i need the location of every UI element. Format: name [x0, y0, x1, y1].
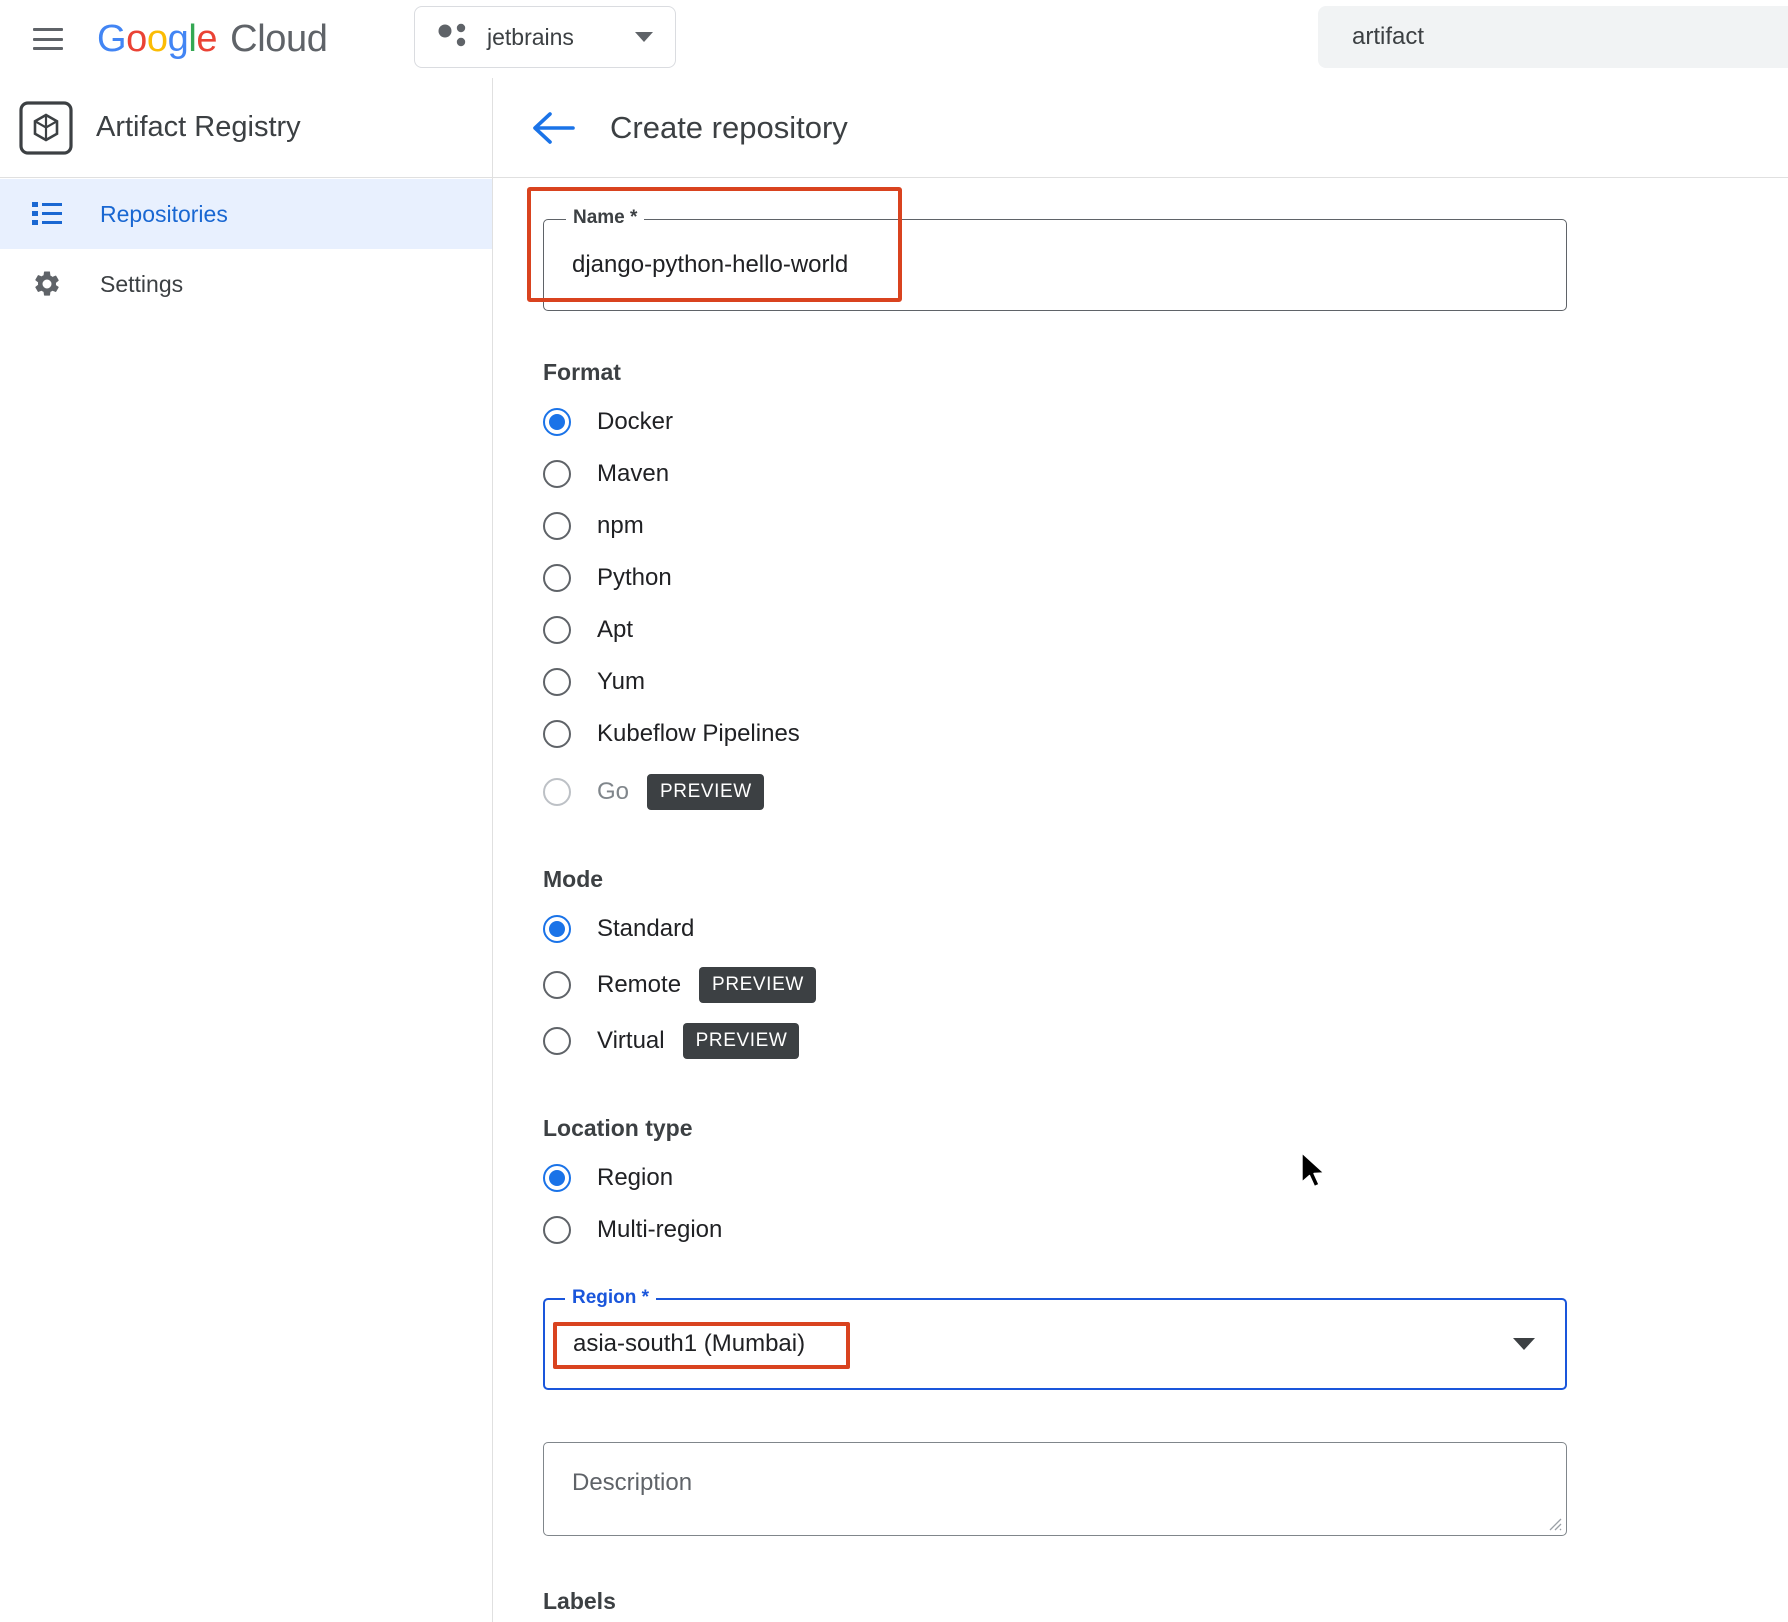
- logo-letter-o2: o: [147, 18, 168, 61]
- name-field-wrapper: Name * django-python-hello-world: [543, 219, 1788, 311]
- create-repository-header: Create repository: [492, 78, 848, 178]
- format-option-yum[interactable]: Yum: [543, 656, 1788, 708]
- mode-option-standard[interactable]: Standard: [543, 903, 1788, 955]
- app-root: GoogleCloud jetbrains Artifact Registry: [0, 0, 1788, 1622]
- name-field-label: Name *: [566, 207, 644, 229]
- radio-icon: [543, 915, 571, 943]
- region-select-value: asia-south1 (Mumbai): [573, 1330, 805, 1358]
- list-icon: [30, 201, 64, 227]
- chevron-down-icon: [1513, 1338, 1535, 1350]
- mode-option-label: Standard: [597, 915, 694, 943]
- format-option-label: Yum: [597, 668, 645, 696]
- radio-icon: [543, 460, 571, 488]
- search-input[interactable]: [1350, 22, 1788, 52]
- search-bar[interactable]: [1318, 6, 1788, 68]
- location-option-label: Region: [597, 1164, 673, 1192]
- page-title: Artifact Registry: [96, 111, 301, 144]
- product-header: Artifact Registry: [0, 78, 492, 178]
- resize-handle-icon[interactable]: [1546, 1515, 1562, 1531]
- name-input[interactable]: Name * django-python-hello-world: [543, 219, 1567, 311]
- artifact-registry-icon: [18, 100, 74, 156]
- format-option-label: Docker: [597, 408, 673, 436]
- sidebar-item-settings[interactable]: Settings: [0, 249, 492, 319]
- format-option-kubeflow-pipelines[interactable]: Kubeflow Pipelines: [543, 708, 1788, 760]
- radio-icon: [543, 1216, 571, 1244]
- location-option-label: Multi-region: [597, 1216, 722, 1244]
- location-option-region[interactable]: Region: [543, 1152, 1788, 1204]
- sidebar-item-label: Repositories: [100, 201, 228, 228]
- format-option-label: Kubeflow Pipelines: [597, 720, 800, 748]
- radio-icon: [543, 616, 571, 644]
- format-option-npm[interactable]: npm: [543, 500, 1788, 552]
- gear-icon: [30, 269, 64, 299]
- hamburger-menu-icon[interactable]: [33, 28, 63, 50]
- radio-icon: [543, 1164, 571, 1192]
- format-option-label: Go: [597, 778, 629, 806]
- region-select-wrapper: Region * asia-south1 (Mumbai): [543, 1298, 1788, 1390]
- project-dots-icon: [437, 22, 471, 52]
- logo-letter-l: l: [188, 18, 196, 61]
- radio-icon: [543, 564, 571, 592]
- create-repository-form: Name * django-python-hello-world Format …: [492, 179, 1788, 1622]
- description-textarea[interactable]: Description: [543, 1442, 1567, 1536]
- labels-heading: Labels: [543, 1588, 1788, 1615]
- region-select[interactable]: Region * asia-south1 (Mumbai): [543, 1298, 1567, 1390]
- radio-icon: [543, 408, 571, 436]
- format-option-maven[interactable]: Maven: [543, 448, 1788, 500]
- format-option-label: Maven: [597, 460, 669, 488]
- logo-word-cloud: Cloud: [230, 18, 327, 61]
- format-heading: Format: [543, 359, 1788, 386]
- preview-badge: PREVIEW: [683, 1023, 800, 1059]
- radio-icon: [543, 1027, 571, 1055]
- project-selector[interactable]: jetbrains: [414, 6, 676, 68]
- mode-option-label: Virtual: [597, 1027, 665, 1055]
- name-field-value: django-python-hello-world: [572, 251, 848, 279]
- region-select-label: Region *: [565, 1287, 656, 1309]
- preview-badge: PREVIEW: [699, 967, 816, 1003]
- logo-letter-g2: g: [168, 18, 189, 61]
- format-option-go: Go PREVIEW: [543, 766, 1788, 818]
- mode-heading: Mode: [543, 866, 1788, 893]
- project-name: jetbrains: [487, 24, 574, 51]
- mode-option-label: Remote: [597, 971, 681, 999]
- format-option-python[interactable]: Python: [543, 552, 1788, 604]
- logo-letter-o1: o: [126, 18, 147, 61]
- location-option-multi-region[interactable]: Multi-region: [543, 1204, 1788, 1256]
- format-option-label: Apt: [597, 616, 633, 644]
- radio-icon: [543, 512, 571, 540]
- logo-letter-g1: G: [97, 18, 126, 61]
- chevron-down-icon: [635, 32, 653, 42]
- sidebar: Repositories Settings: [0, 179, 492, 319]
- sidebar-item-label: Settings: [100, 271, 183, 298]
- radio-icon: [543, 971, 571, 999]
- google-cloud-logo[interactable]: Google Cloud: [97, 18, 327, 61]
- description-placeholder: Description: [572, 1469, 692, 1497]
- radio-icon: [543, 720, 571, 748]
- mode-option-remote[interactable]: Remote PREVIEW: [543, 959, 1788, 1011]
- radio-icon: [543, 668, 571, 696]
- format-option-label: Python: [597, 564, 672, 592]
- preview-badge: PREVIEW: [647, 774, 764, 810]
- format-option-docker[interactable]: Docker: [543, 396, 1788, 448]
- format-option-apt[interactable]: Apt: [543, 604, 1788, 656]
- location-type-heading: Location type: [543, 1115, 1788, 1142]
- arrow-left-icon[interactable]: [532, 111, 576, 145]
- mode-option-virtual[interactable]: Virtual PREVIEW: [543, 1015, 1788, 1067]
- format-option-label: npm: [597, 512, 644, 540]
- create-repository-title: Create repository: [610, 110, 848, 146]
- logo-letter-e: e: [196, 18, 217, 61]
- radio-icon: [543, 778, 571, 806]
- sidebar-item-repositories[interactable]: Repositories: [0, 179, 492, 249]
